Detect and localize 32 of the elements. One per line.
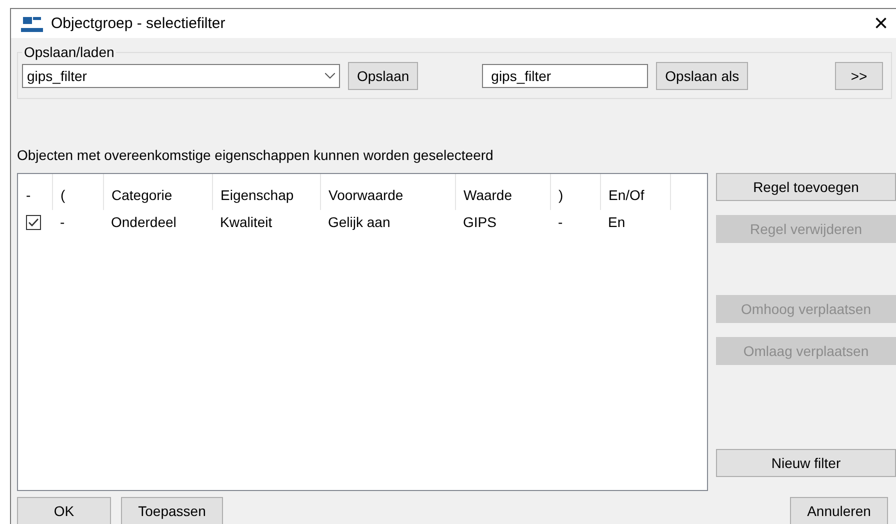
column-header[interactable]: ) [550, 174, 600, 210]
table-cell: GIPS [455, 210, 550, 234]
table-cell: - [52, 210, 103, 234]
table-cell: Gelijk aan [320, 210, 455, 234]
column-header[interactable]: - [18, 174, 52, 210]
checkbox[interactable] [26, 215, 41, 230]
close-icon[interactable]: × [866, 10, 896, 38]
column-header[interactable]: Eigenschap [212, 174, 320, 210]
group-label: Opslaan/laden [23, 44, 116, 60]
filter-dropdown[interactable]: gips_filter [22, 64, 340, 88]
column-header[interactable]: Categorie [103, 174, 212, 210]
column-header[interactable]: En/Of [600, 174, 670, 210]
action-button[interactable]: Nieuw filter [716, 449, 896, 477]
save-as-button[interactable]: Opslaan als [656, 62, 748, 90]
filter-name-field[interactable]: gips_filter [482, 64, 648, 88]
table-cell: - [550, 210, 600, 234]
table-cell: Kwaliteit [212, 210, 320, 234]
save-button[interactable]: Opslaan [348, 62, 418, 90]
action-button[interactable]: Regel toevoegen [716, 173, 896, 201]
footer-button[interactable]: Toepassen [121, 497, 223, 524]
chevron-icon [325, 73, 335, 79]
column-header[interactable]: Voorwaarde [320, 174, 455, 210]
footer-button[interactable]: OK [17, 497, 111, 524]
description-text: Objecten met overeenkomstige eigenschappen kunnen worden geselecteerd [17, 147, 494, 163]
table-cell: Onderdeel [103, 210, 212, 234]
expand-button[interactable]: >> [835, 62, 883, 90]
table-cell: En [600, 210, 670, 234]
column-header[interactable]: ( [52, 174, 103, 210]
cancel-button[interactable]: Annuleren [790, 497, 888, 524]
window-title: Objectgroep - selectiefilter [51, 15, 226, 32]
app-icon [21, 16, 43, 32]
column-header[interactable]: Waarde [455, 174, 550, 210]
